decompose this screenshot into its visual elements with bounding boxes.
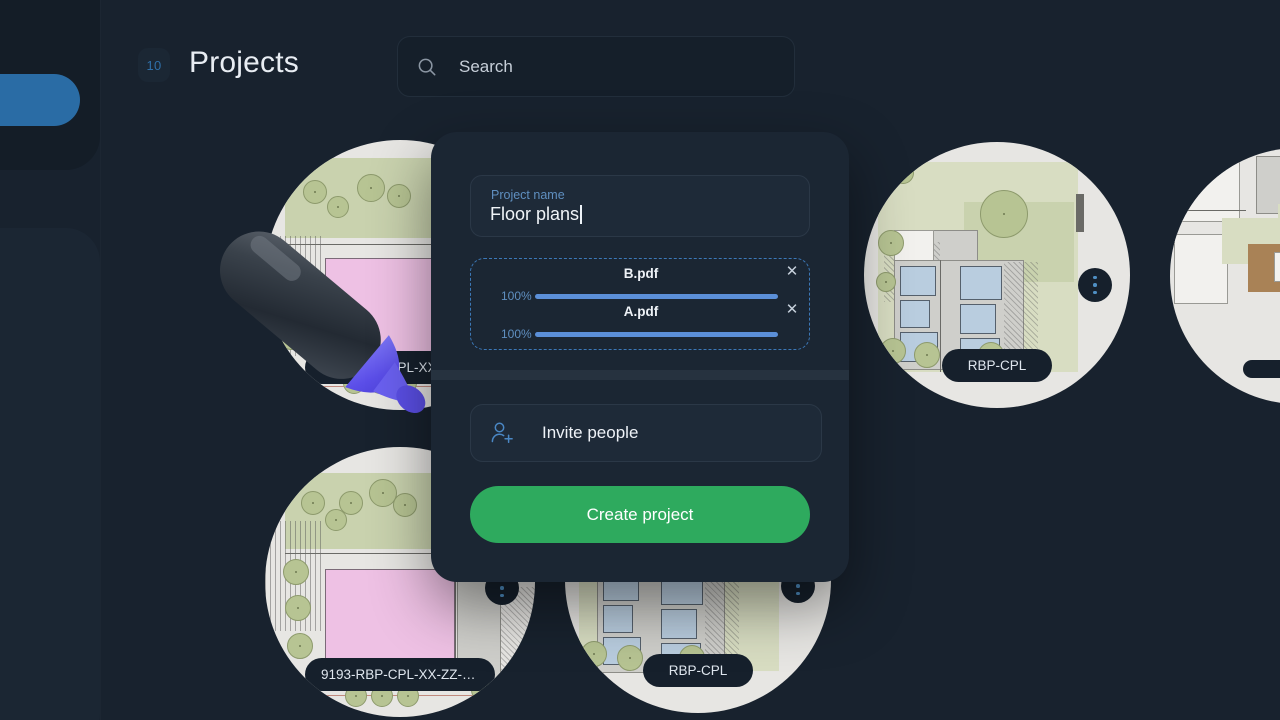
file-progress-percent: 100% [501, 327, 532, 341]
app-root: 10 Projects Search PL-XX RBP-CPL 9193-RB… [0, 0, 1280, 720]
project-card-menu-button[interactable] [1078, 268, 1112, 302]
close-icon[interactable]: ✕ [783, 301, 801, 319]
text-caret [580, 205, 582, 224]
file-progress-bar [535, 294, 778, 299]
stylus-illustration [220, 231, 426, 413]
project-name-label: Project name [491, 188, 565, 202]
create-project-button[interactable]: Create project [470, 486, 810, 543]
project-card-label [1243, 360, 1280, 378]
project-card-label: RBP-CPL [643, 654, 753, 687]
more-vertical-icon [1093, 275, 1097, 280]
user-plus-icon [491, 422, 513, 443]
project-name-value: Floor plans [490, 204, 580, 224]
project-name-field[interactable]: Project name Floor plans [470, 175, 810, 237]
file-name: B.pdf [623, 266, 659, 281]
project-card-label: 9193-RBP-CPL-XX-ZZ-M2 B... [305, 658, 495, 691]
modal-divider [431, 370, 849, 380]
close-icon[interactable]: ✕ [783, 263, 801, 281]
file-progress-bar [535, 332, 778, 337]
invite-people-field[interactable]: Invite people [470, 404, 822, 462]
project-card[interactable]: RBP-CPL [864, 142, 1130, 408]
invite-people-label: Invite people [542, 423, 639, 442]
file-upload-row: A.pdf 100% ✕ [471, 301, 811, 347]
file-dropzone[interactable]: B.pdf 100% ✕ A.pdf 100% ✕ [470, 258, 810, 350]
project-name-value-wrap: Floor plans [490, 204, 582, 225]
project-card[interactable] [1170, 148, 1280, 404]
project-card-label: RBP-CPL [942, 349, 1052, 382]
file-name: A.pdf [623, 304, 659, 319]
